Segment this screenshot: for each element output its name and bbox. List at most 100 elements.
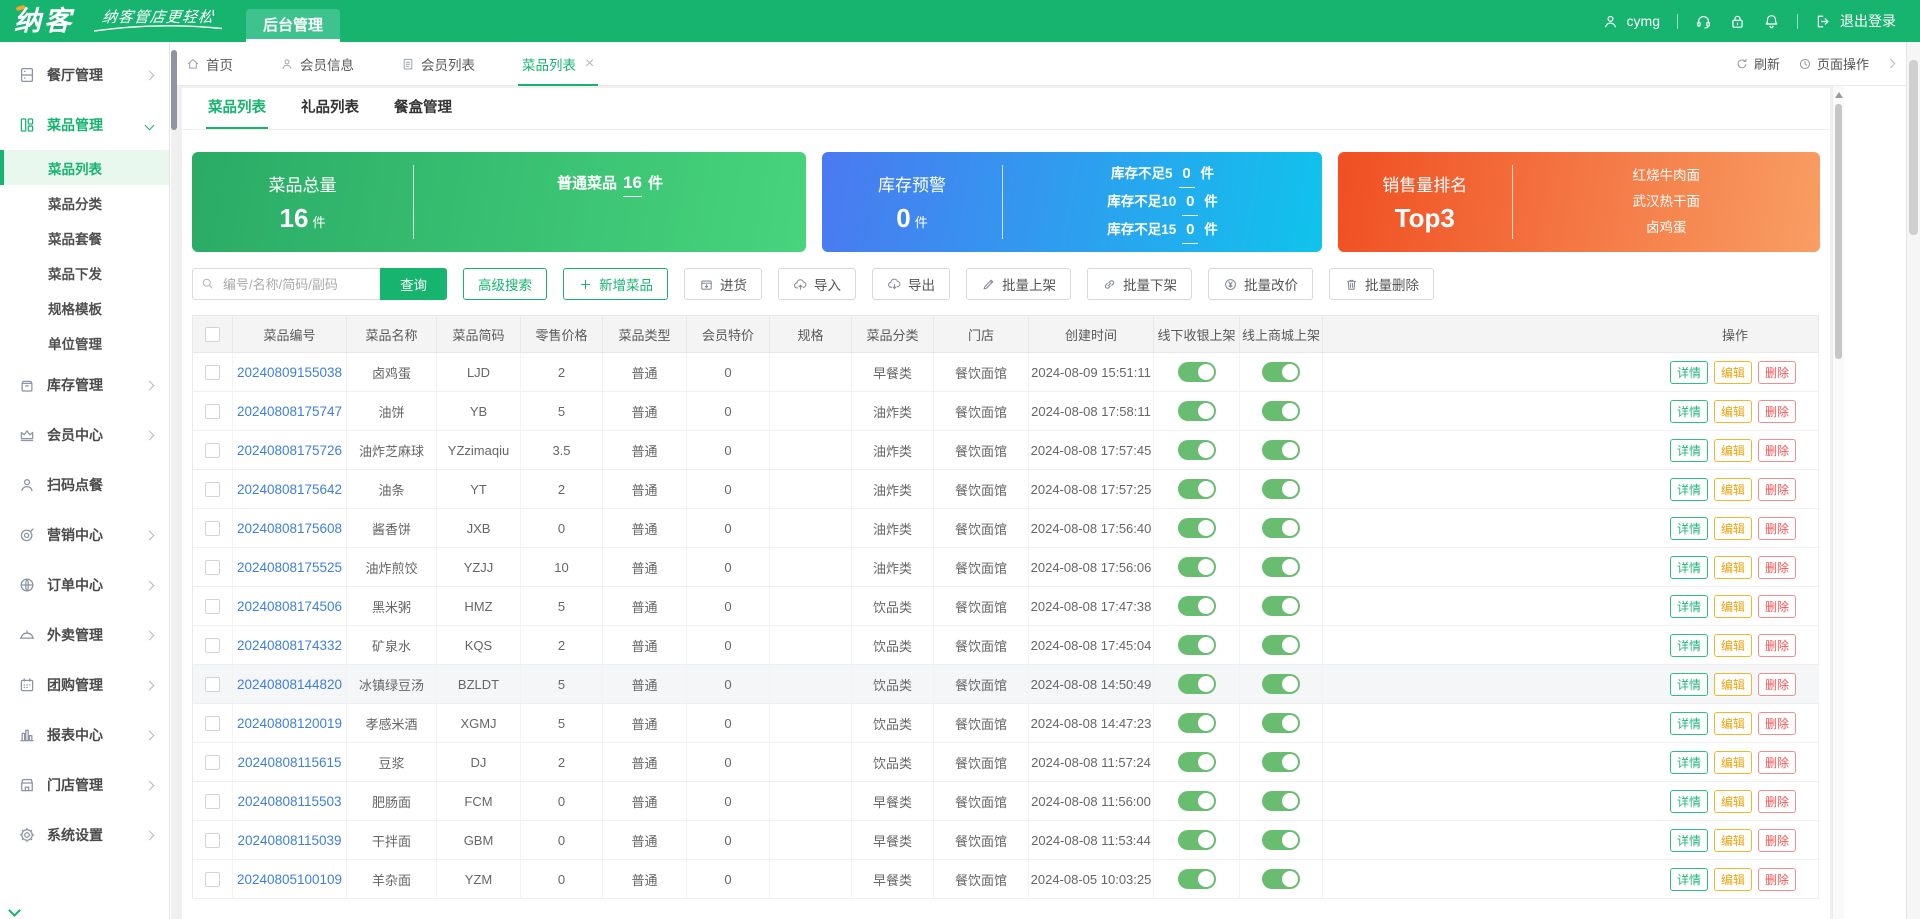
edit-button[interactable]: 编辑 xyxy=(1713,828,1752,852)
sidebar-subitem-dish-dispatch[interactable]: 菜品下发 xyxy=(0,255,169,290)
import-button[interactable]: 导入 xyxy=(778,268,856,300)
sidebar-item-group-buy[interactable]: 团购管理 xyxy=(0,660,169,710)
edit-button[interactable]: 编辑 xyxy=(1713,672,1752,696)
pos-toggle[interactable] xyxy=(1177,362,1216,382)
row-checkbox[interactable] xyxy=(205,404,220,420)
dish-id-link[interactable]: 20240808175608 xyxy=(237,521,342,536)
dish-id-link[interactable]: 20240809155038 xyxy=(237,365,342,380)
detail-button[interactable]: 详情 xyxy=(1669,438,1708,462)
row-checkbox[interactable] xyxy=(205,560,220,576)
delete-button[interactable]: 删除 xyxy=(1757,828,1796,852)
page-scrollbar[interactable] xyxy=(1906,42,1920,919)
edit-button[interactable]: 编辑 xyxy=(1713,750,1752,774)
edit-button[interactable]: 编辑 xyxy=(1713,594,1752,618)
row-checkbox[interactable] xyxy=(205,599,220,615)
edit-button[interactable]: 编辑 xyxy=(1713,360,1752,384)
advanced-search-button[interactable]: 高级搜索 xyxy=(463,268,547,300)
user-menu[interactable]: cymg xyxy=(1602,13,1660,30)
row-checkbox[interactable] xyxy=(205,794,220,810)
pos-toggle[interactable] xyxy=(1177,518,1216,538)
delete-button[interactable]: 删除 xyxy=(1757,711,1796,735)
delete-button[interactable]: 删除 xyxy=(1757,594,1796,618)
pos-toggle[interactable] xyxy=(1177,557,1216,577)
tab-member-list[interactable]: 会员列表 xyxy=(401,42,475,86)
dish-id-link[interactable]: 20240808175642 xyxy=(237,482,342,497)
edit-button[interactable]: 编辑 xyxy=(1713,711,1752,735)
close-icon[interactable]: × xyxy=(585,56,594,72)
row-checkbox[interactable] xyxy=(205,521,220,537)
add-dish-button[interactable]: 新增菜品 xyxy=(563,268,668,300)
detail-button[interactable]: 详情 xyxy=(1669,477,1708,501)
mall-toggle[interactable] xyxy=(1262,557,1300,577)
row-checkbox[interactable] xyxy=(205,365,220,381)
row-checkbox[interactable] xyxy=(205,716,220,732)
mall-toggle[interactable] xyxy=(1262,869,1300,889)
tab-member-info[interactable]: 会员信息 xyxy=(280,42,354,86)
dish-id-link[interactable]: 20240808175525 xyxy=(237,560,342,575)
scroll-up-icon[interactable] xyxy=(1835,92,1843,98)
mall-toggle[interactable] xyxy=(1262,518,1300,538)
row-checkbox[interactable] xyxy=(205,443,220,459)
dish-id-link[interactable]: 20240808115039 xyxy=(237,833,341,848)
detail-button[interactable]: 详情 xyxy=(1669,360,1708,384)
edit-button[interactable]: 编辑 xyxy=(1713,477,1752,501)
mall-toggle[interactable] xyxy=(1262,752,1300,772)
tab-home[interactable]: 首页 xyxy=(186,42,233,86)
export-button[interactable]: 导出 xyxy=(872,268,950,300)
logout-button[interactable]: 退出登录 xyxy=(1815,11,1896,31)
mall-toggle[interactable] xyxy=(1262,440,1300,460)
pos-toggle[interactable] xyxy=(1177,674,1216,694)
row-checkbox[interactable] xyxy=(205,833,220,849)
page-ops-button[interactable]: 页面操作 xyxy=(1798,54,1869,73)
mall-toggle[interactable] xyxy=(1262,596,1300,616)
mall-toggle[interactable] xyxy=(1262,362,1300,382)
dish-id-link[interactable]: 20240808120019 xyxy=(237,716,342,731)
subtab-gift-list[interactable]: 礼品列表 xyxy=(301,96,359,129)
delete-button[interactable]: 删除 xyxy=(1757,438,1796,462)
sidebar-item-scan-order[interactable]: 扫码点餐 xyxy=(0,460,169,510)
mall-toggle[interactable] xyxy=(1262,479,1300,499)
detail-button[interactable]: 详情 xyxy=(1669,516,1708,540)
content-scrollbar[interactable] xyxy=(1832,86,1844,919)
delete-button[interactable]: 删除 xyxy=(1757,633,1796,657)
sidebar-item-order-center[interactable]: 订单中心 xyxy=(0,560,169,610)
delete-button[interactable]: 删除 xyxy=(1757,399,1796,423)
detail-button[interactable]: 详情 xyxy=(1669,867,1708,891)
pos-toggle[interactable] xyxy=(1177,596,1216,616)
row-checkbox[interactable] xyxy=(205,482,220,498)
dish-id-link[interactable]: 20240808174332 xyxy=(237,638,342,653)
delete-button[interactable]: 删除 xyxy=(1757,867,1796,891)
detail-button[interactable]: 详情 xyxy=(1669,555,1708,579)
pos-toggle[interactable] xyxy=(1177,713,1216,733)
delete-button[interactable]: 删除 xyxy=(1757,360,1796,384)
sidebar-subitem-spec-template[interactable]: 规格模板 xyxy=(0,290,169,325)
mall-toggle[interactable] xyxy=(1262,713,1300,733)
chevron-right-icon[interactable] xyxy=(1885,58,1896,69)
search-input[interactable] xyxy=(192,268,380,300)
pos-toggle[interactable] xyxy=(1177,401,1216,421)
sidebar-item-inventory[interactable]: 库存管理 xyxy=(0,360,169,410)
dish-id-link[interactable]: 20240808175747 xyxy=(237,404,342,419)
sidebar-item-marketing[interactable]: 营销中心 xyxy=(0,510,169,560)
bell-icon[interactable] xyxy=(1763,13,1780,30)
detail-button[interactable]: 详情 xyxy=(1669,399,1708,423)
dish-id-link[interactable]: 20240808174506 xyxy=(237,599,342,614)
delete-button[interactable]: 删除 xyxy=(1757,750,1796,774)
mall-toggle[interactable] xyxy=(1262,674,1300,694)
dish-id-link[interactable]: 20240808115503 xyxy=(237,794,341,809)
sidebar-item-member-center[interactable]: 会员中心 xyxy=(0,410,169,460)
lock-icon[interactable] xyxy=(1729,13,1746,30)
subtab-dish-list[interactable]: 菜品列表 xyxy=(206,96,268,129)
row-checkbox[interactable] xyxy=(205,638,220,654)
refresh-button[interactable]: 刷新 xyxy=(1735,54,1780,73)
edit-button[interactable]: 编辑 xyxy=(1713,633,1752,657)
nav-tab-admin[interactable]: 后台管理 xyxy=(246,9,341,42)
sidebar-subitem-unit-manage[interactable]: 单位管理 xyxy=(0,325,169,360)
delete-button[interactable]: 删除 xyxy=(1757,789,1796,813)
pos-toggle[interactable] xyxy=(1177,869,1216,889)
mall-toggle[interactable] xyxy=(1262,635,1300,655)
edit-button[interactable]: 编辑 xyxy=(1713,789,1752,813)
sidebar-item-takeout[interactable]: 外卖管理 xyxy=(0,610,169,660)
subtab-mealbox-manage[interactable]: 餐盒管理 xyxy=(394,96,452,129)
batch-delete-button[interactable]: 批量删除 xyxy=(1329,268,1434,300)
